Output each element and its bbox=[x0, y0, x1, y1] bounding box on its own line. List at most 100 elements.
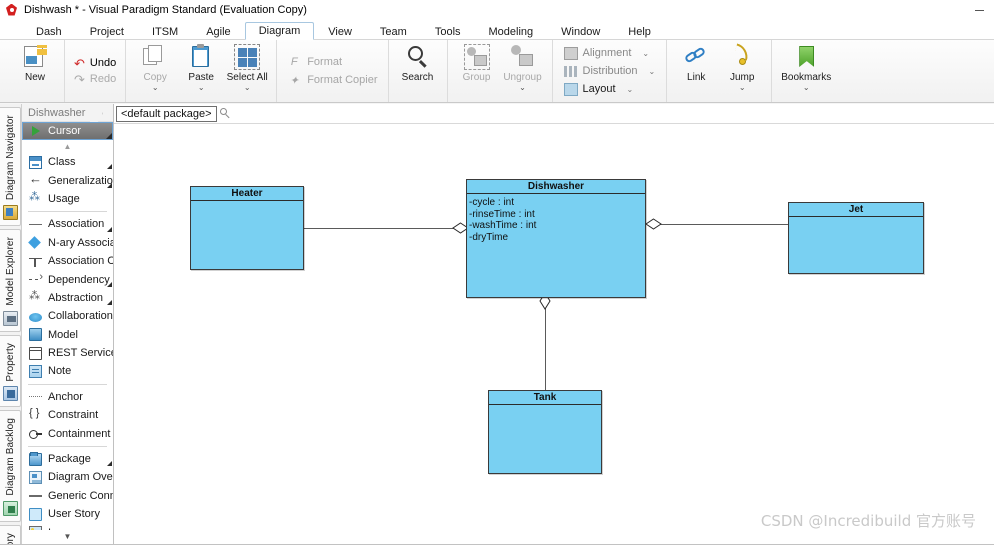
menu-item-help[interactable]: Help bbox=[614, 22, 665, 40]
menu-item-window[interactable]: Window bbox=[547, 22, 614, 40]
palette-item-n-ary-association[interactable]: N-ary Association bbox=[22, 234, 113, 252]
property-icon bbox=[2, 386, 18, 402]
layout-menu[interactable]: Layout ⌄ bbox=[563, 82, 656, 96]
uml-class-dishwasher[interactable]: Dishwasher -cycle : int -rinseTime : int… bbox=[466, 179, 646, 298]
abstraction-expand-icon[interactable] bbox=[107, 300, 112, 306]
palette-item-rest-service[interactable]: REST Service bbox=[22, 344, 113, 362]
palette-item-class[interactable]: Class bbox=[22, 153, 113, 171]
palette-item-note[interactable]: Note bbox=[22, 362, 113, 380]
palette-item-diagram-overview[interactable]: Diagram Overview bbox=[22, 468, 113, 486]
uml-attribute: -rinseTime : int bbox=[469, 208, 535, 220]
cursor-expand-icon[interactable] bbox=[106, 132, 112, 139]
copy-dropdown-caret-icon[interactable]: ⌄ bbox=[152, 84, 159, 92]
minimize-button[interactable] bbox=[964, 0, 994, 21]
new-button[interactable]: New bbox=[12, 40, 58, 102]
palette-item-generalization[interactable]: Generalization bbox=[22, 171, 113, 189]
ungroup-caret-icon[interactable]: ⌄ bbox=[519, 84, 526, 92]
package-expand-icon[interactable] bbox=[107, 461, 112, 467]
search-button[interactable]: Search bbox=[395, 40, 441, 102]
package-chip[interactable]: <default package> bbox=[116, 105, 217, 122]
palette-item-association[interactable]: Association bbox=[22, 215, 113, 233]
left-vertical-tabs: Diagram Navigator Model Explorer Propert… bbox=[0, 104, 22, 545]
layout-caret-icon[interactable]: ⌄ bbox=[627, 85, 634, 94]
association-class-icon bbox=[29, 255, 42, 268]
redo-button[interactable]: ↷ Redo bbox=[74, 73, 116, 86]
palette-scroll-down-icon[interactable]: ▼ bbox=[22, 530, 113, 545]
palette-item-generic-connector[interactable]: Generic Connector bbox=[22, 487, 113, 505]
menu-item-project[interactable]: Project bbox=[76, 22, 138, 40]
menu-item-modeling[interactable]: Modeling bbox=[475, 22, 548, 40]
link-button[interactable]: Link bbox=[673, 40, 719, 102]
palette-item-model[interactable]: Model bbox=[22, 325, 113, 343]
paste-dropdown-caret-icon[interactable]: ⌄ bbox=[198, 84, 205, 92]
ungroup-button[interactable]: Ungroup ⌄ bbox=[500, 40, 546, 102]
palette-item-constraint[interactable]: Constraint bbox=[22, 406, 113, 424]
vtab-repository[interactable]: epository bbox=[0, 524, 21, 545]
jump-caret-icon[interactable]: ⌄ bbox=[739, 84, 746, 92]
palette-item-containment[interactable]: Containment bbox=[22, 424, 113, 442]
vtab-model-explorer[interactable]: Model Explorer bbox=[0, 229, 21, 332]
palette-scroll-up-icon[interactable]: ▲ bbox=[22, 140, 113, 153]
edge-dishwasher-tank[interactable] bbox=[545, 298, 546, 390]
zoom-icon[interactable] bbox=[219, 108, 231, 119]
distribution-caret-icon[interactable]: ⌄ bbox=[649, 67, 656, 76]
palette-item-package[interactable]: Package bbox=[22, 450, 113, 468]
alignment-caret-icon[interactable]: ⌄ bbox=[642, 49, 649, 58]
palette-item-association-class[interactable]: Association Class bbox=[22, 252, 113, 270]
palette-item-user-story[interactable]: User Story bbox=[22, 505, 113, 523]
palette-item-anchor[interactable]: Anchor bbox=[22, 388, 113, 406]
palette-item-dependency[interactable]: Dependency bbox=[22, 270, 113, 288]
format-copier-button[interactable]: ✦ Format Copier bbox=[287, 74, 378, 87]
group-label: Group bbox=[462, 72, 491, 83]
alignment-menu[interactable]: Alignment ⌄ bbox=[563, 46, 656, 60]
undo-button[interactable]: ↶ Undo bbox=[74, 57, 116, 70]
bookmarks-button[interactable]: Bookmarks ⌄ bbox=[778, 40, 834, 102]
jump-button[interactable]: Jump ⌄ bbox=[719, 40, 765, 102]
palette-item-cursor[interactable]: Cursor bbox=[22, 122, 113, 140]
format-button[interactable]: F Format bbox=[287, 56, 377, 68]
uml-class-tank-name: Tank bbox=[489, 391, 601, 405]
association-expand-icon[interactable] bbox=[107, 226, 112, 232]
menu-bar: Dash Project ITSM Agile Diagram View Tea… bbox=[0, 21, 994, 40]
paste-button[interactable]: Paste ⌄ bbox=[178, 40, 224, 102]
bookmarks-caret-icon[interactable]: ⌄ bbox=[803, 84, 810, 92]
edge-dishwasher-jet[interactable] bbox=[654, 224, 788, 225]
ribbon-group-navigation: Link Jump ⌄ bbox=[667, 40, 773, 102]
vtab-diagram-navigator[interactable]: Diagram Navigator bbox=[0, 107, 21, 227]
class-expand-icon[interactable] bbox=[107, 164, 112, 170]
menu-item-tools[interactable]: Tools bbox=[421, 22, 475, 40]
uml-class-tank[interactable]: Tank bbox=[488, 390, 602, 474]
palette-item-association-label: Association bbox=[48, 218, 105, 231]
diagram-canvas[interactable]: Heater Dishwasher -cycle : int -rinseTim… bbox=[114, 124, 994, 545]
palette-item-usage[interactable]: Usage bbox=[22, 190, 113, 208]
copy-button[interactable]: Copy ⌄ bbox=[132, 40, 178, 102]
menu-item-dash[interactable]: Dash bbox=[22, 22, 76, 40]
select-all-caret-icon[interactable]: ⌄ bbox=[244, 84, 251, 92]
bookmark-icon bbox=[793, 44, 819, 70]
edge-heater-dishwasher[interactable] bbox=[304, 228, 459, 229]
palette-item-collaboration[interactable]: Collaboration bbox=[22, 307, 113, 325]
vtab-diagram-backlog[interactable]: Diagram Backlog bbox=[0, 410, 21, 522]
select-all-button[interactable]: Select All ⌄ bbox=[224, 40, 270, 102]
image-icon bbox=[29, 526, 42, 530]
select-all-icon bbox=[234, 44, 261, 70]
menu-item-agile[interactable]: Agile bbox=[192, 22, 244, 40]
palette-item-abstraction[interactable]: Abstraction bbox=[22, 289, 113, 307]
dependency-expand-icon[interactable] bbox=[107, 281, 112, 287]
alignment-label: Alignment bbox=[582, 47, 632, 59]
generalization-icon bbox=[29, 171, 42, 187]
new-button-label: New bbox=[24, 72, 45, 83]
palette-item-image[interactable]: Image bbox=[22, 523, 113, 530]
distribution-menu[interactable]: Distribution ⌄ bbox=[563, 64, 656, 78]
jump-label: Jump bbox=[730, 72, 755, 83]
palette-item-list: Class Generalization Usage Association N bbox=[22, 153, 113, 530]
uml-class-heater[interactable]: Heater bbox=[190, 186, 304, 270]
menu-item-itsm[interactable]: ITSM bbox=[138, 22, 192, 40]
menu-item-view[interactable]: View bbox=[314, 22, 366, 40]
generalization-expand-icon[interactable] bbox=[107, 182, 112, 188]
menu-item-diagram[interactable]: Diagram bbox=[244, 22, 315, 40]
group-button[interactable]: Group bbox=[454, 40, 500, 102]
menu-item-team[interactable]: Team bbox=[366, 22, 421, 40]
uml-class-jet[interactable]: Jet bbox=[788, 202, 924, 274]
vtab-property[interactable]: Property bbox=[0, 334, 21, 408]
